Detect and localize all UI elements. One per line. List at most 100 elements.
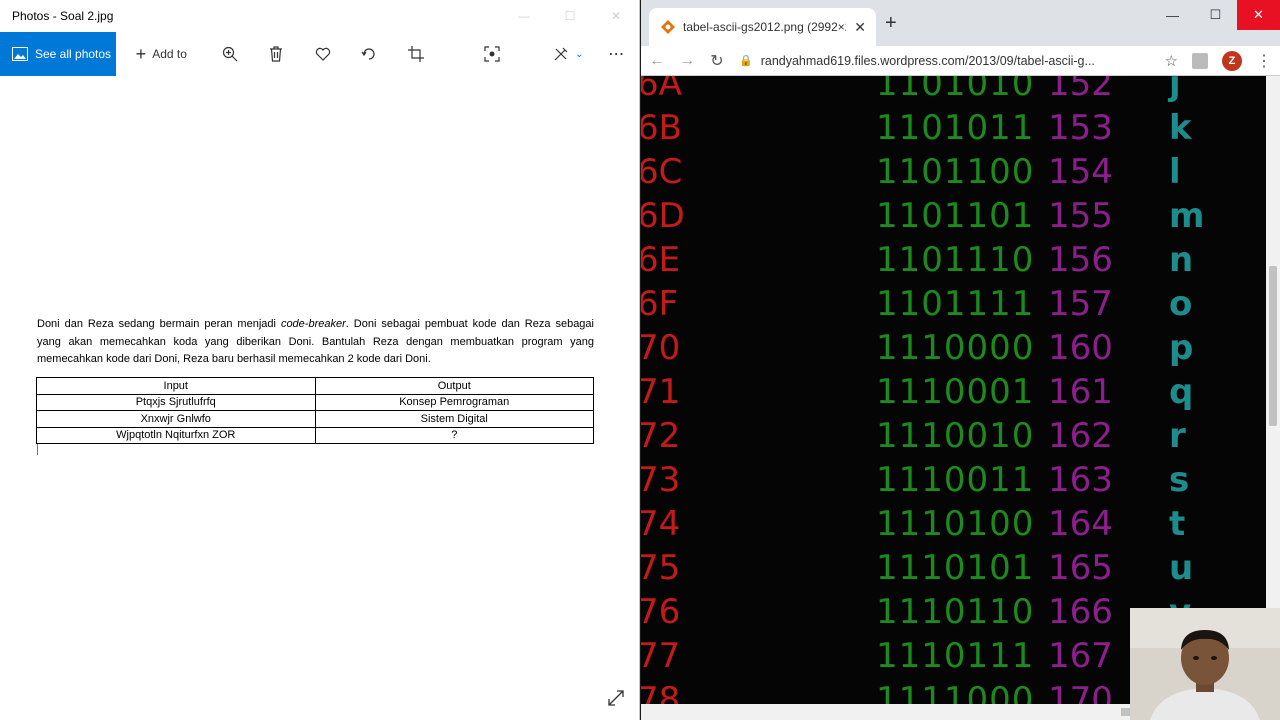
ascii-row: 70 1110000 160 p [641,326,1266,370]
new-tab-button[interactable]: + [885,12,897,35]
paragraph-italic: code-breaker [280,318,346,330]
delete-button[interactable] [253,32,299,76]
ascii-oct: 166 [1048,592,1113,632]
ascii-hex: 6C [641,152,683,192]
ascii-oct: 163 [1048,460,1113,500]
edit-create-button[interactable]: ⌄ [543,32,593,76]
ascii-hex: 72 [641,416,681,456]
ascii-oct: 170 [1048,680,1113,704]
ascii-chr: s [1169,460,1190,500]
ascii-bin: 1101101 [876,196,1035,236]
ascii-hex: 70 [641,328,681,368]
enhance-icon [484,46,500,62]
profile-avatar[interactable]: Z [1222,50,1242,71]
crop-button[interactable] [392,32,440,76]
cell-text: Xnxwjr Gnlwfo [140,412,211,425]
star-icon[interactable]: ☆ [1165,52,1178,70]
enhance-button[interactable] [440,32,544,76]
url-text: randyahmad619.files.wordpress.com/2013/0… [760,53,1095,68]
ascii-row: 73 1110011 163 s [641,458,1266,502]
reload-icon[interactable]: ↻ [709,51,725,71]
plus-icon: + [135,43,147,64]
tab-ascii-image[interactable]: tabel-ascii-gs2012.png (2992×24 ✕ [649,8,876,46]
table-cell-output: Konsep Pemrograman [314,393,594,411]
ascii-oct: 157 [1048,284,1113,324]
zoom-button[interactable] [207,32,253,76]
ascii-row: 74 1110100 164 t [641,502,1266,546]
edit-icon [554,47,568,61]
ascii-chr: q [1169,372,1194,412]
favicon-icon [661,20,675,34]
favorite-button[interactable] [299,32,347,76]
crop-icon [408,46,425,62]
table-cell-output: ? [314,426,594,444]
ascii-row: 71 1110001 161 q [641,370,1266,414]
ascii-chr: o [1169,284,1193,324]
more-options-button[interactable]: ⋯ [593,32,639,76]
webcam-overlay [1130,608,1280,720]
close-button[interactable]: ✕ [1237,0,1280,30]
photos-window: Photos - Soal 2.jpg — ☐ ✕ See all photos… [0,0,640,720]
close-button[interactable]: ✕ [593,0,639,32]
tab-close-icon[interactable]: ✕ [854,19,866,36]
minimize-button[interactable]: — [1151,0,1194,30]
ascii-bin: 1111000 [876,680,1035,704]
chrome-menu-icon[interactable]: ⋮ [1256,51,1272,71]
forward-icon[interactable]: → [679,52,695,70]
ascii-row: 6E 1101110 156 n [641,238,1266,282]
fullscreen-button[interactable] [606,688,626,713]
cell-text: ? [451,429,458,442]
ascii-oct: 160 [1048,328,1113,368]
ascii-bin: 1101011 [876,108,1035,148]
ascii-oct: 162 [1048,416,1113,456]
maximize-button[interactable]: ☐ [547,0,593,32]
ascii-bin: 1101110 [876,240,1035,280]
maximize-button[interactable]: ☐ [1194,0,1237,30]
ascii-row: 72 1110010 162 r [641,414,1266,458]
text-caret [37,444,38,455]
ascii-row: 75 1110101 165 u [641,546,1266,590]
expand-icon [608,690,624,706]
see-all-photos-button[interactable]: See all photos [0,32,116,76]
table-cell-input: Ptqxjs Sjrutlufrfq [36,393,316,411]
ascii-hex: 6E [641,240,681,280]
ascii-hex: 6D [641,196,685,236]
ascii-hex: 75 [641,548,681,588]
ascii-row: 6B 1101011 153 k [641,106,1266,150]
ascii-oct: 154 [1048,152,1113,192]
ascii-bin: 1110001 [876,372,1035,412]
ascii-hex: 76 [641,592,681,632]
rotate-button[interactable] [346,32,392,76]
ascii-oct: 167 [1048,636,1113,676]
ascii-chr: k [1169,108,1192,148]
trash-icon [269,46,282,62]
ascii-oct: 164 [1048,504,1113,544]
extension-icon[interactable] [1192,52,1208,69]
ascii-chr: t [1169,504,1186,544]
presenter-image [1130,608,1280,720]
back-icon[interactable]: ← [649,52,665,70]
table-row: Xnxwjr Gnlwfo Sistem Digital [36,410,594,428]
table-header: Input [36,377,316,395]
ascii-chr: u [1169,548,1194,588]
tab-strip: tabel-ascii-gs2012.png (2992×24 ✕ + — ☐ … [641,0,1280,46]
minimize-button[interactable]: — [501,0,547,32]
cell-text: Ptqxjs Sjrutlufrfq [135,396,216,409]
add-to-button[interactable]: + Add to [116,32,208,76]
ascii-hex: 74 [641,504,681,544]
ascii-chr: p [1169,328,1194,368]
scrollbar-thumb[interactable] [1269,266,1277,426]
address-bar[interactable]: 🔒 randyahmad619.files.wordpress.com/2013… [739,47,1178,75]
ascii-bin: 1110011 [876,460,1035,500]
heart-icon [315,47,330,61]
ascii-bin: 1110010 [876,416,1035,456]
table-cell-input: Wjpqtotln Nqiturfxn ZOR [36,426,316,444]
ascii-chr: j [1169,76,1181,104]
ascii-hex: 78 [641,680,681,704]
ascii-row: 6C 1101100 154 l [641,150,1266,194]
ascii-row: 6A 1101010 152 j [641,76,1266,106]
ascii-bin: 1110100 [876,504,1035,544]
ascii-hex: 6F [641,284,679,324]
table-row: Ptqxjs Sjrutlufrfq Konsep Pemrograman [36,393,594,411]
table-header-row: Input Output [36,377,594,395]
